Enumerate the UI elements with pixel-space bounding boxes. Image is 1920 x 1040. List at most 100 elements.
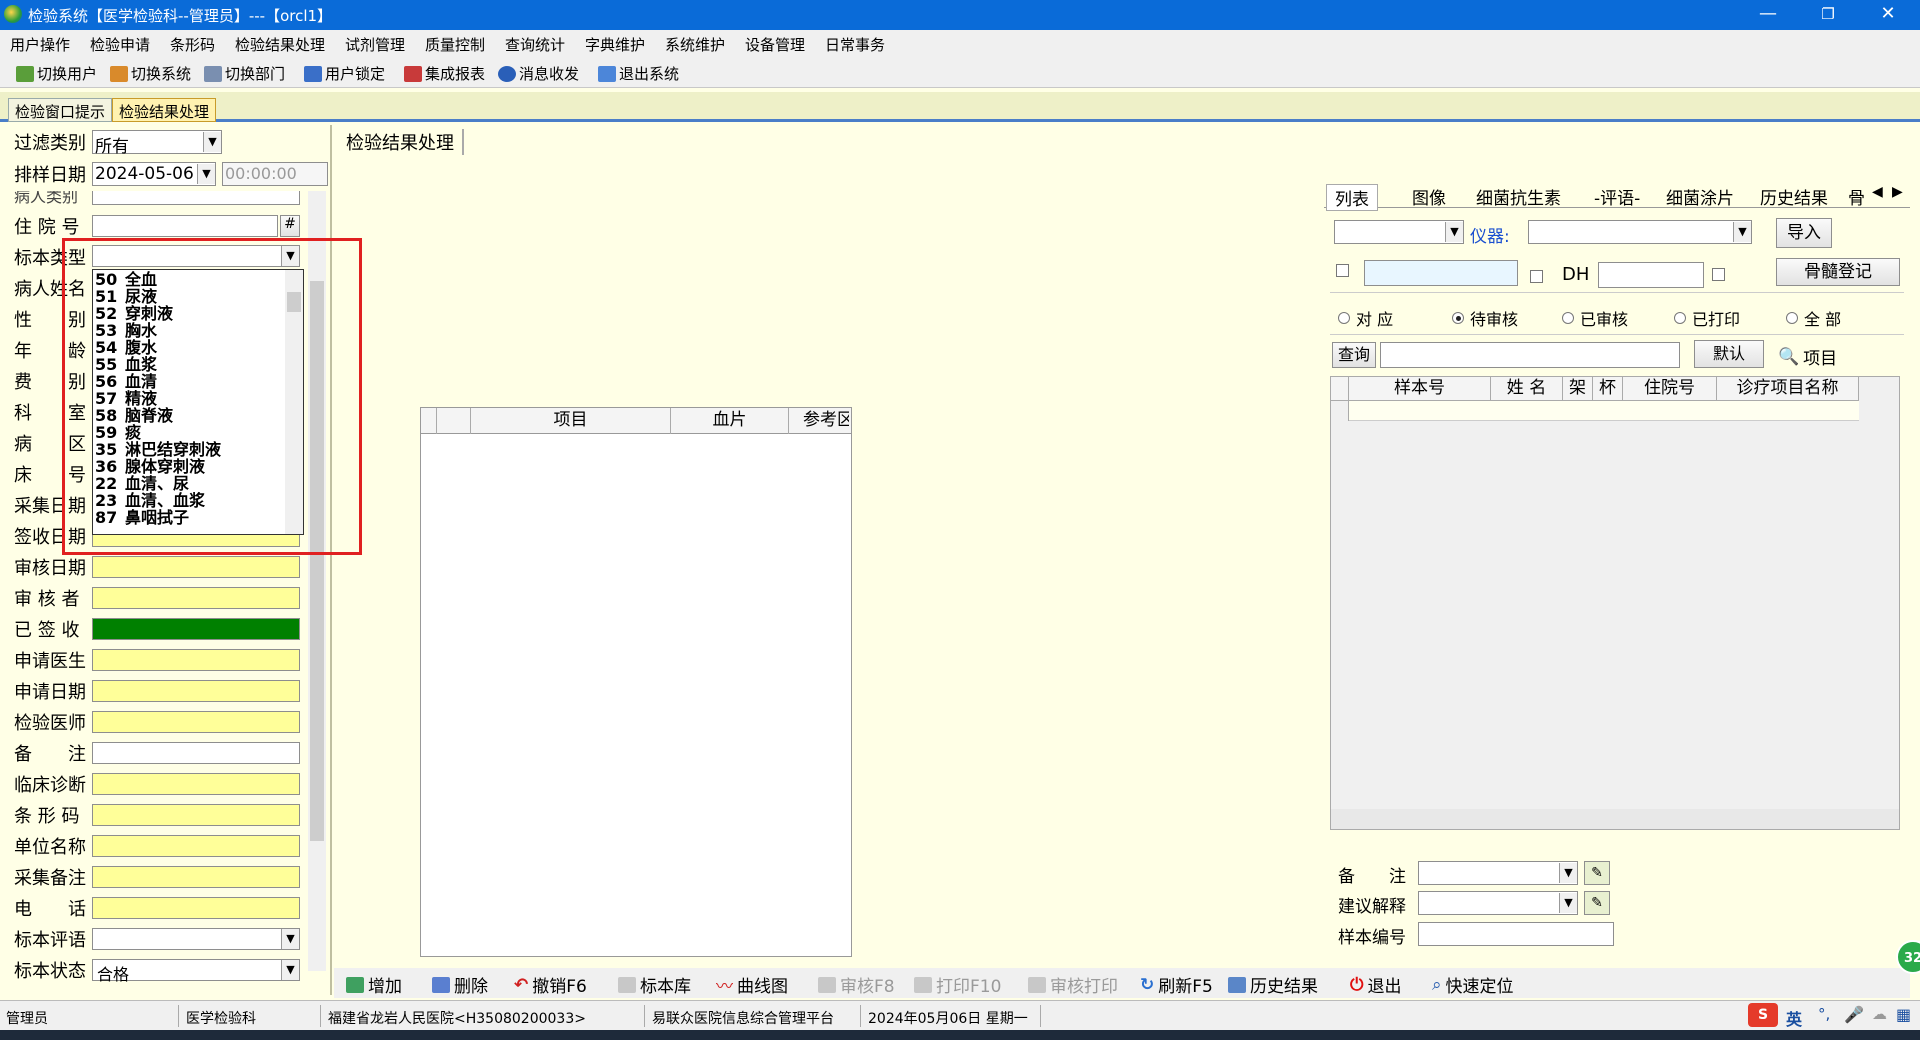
- default-button[interactable]: 默认: [1694, 340, 1764, 368]
- sample-no-input[interactable]: [1418, 922, 1614, 946]
- tab-history-results[interactable]: 历史结果: [1754, 184, 1834, 209]
- microphone-icon[interactable]: 🎤: [1844, 1005, 1864, 1024]
- menu-result-processing[interactable]: 检验结果处理: [235, 34, 325, 55]
- instrument-select[interactable]: ▼: [1528, 220, 1752, 244]
- radio-reviewed[interactable]: 已审核: [1562, 306, 1628, 330]
- tab-bacteria-antibiotics[interactable]: 细菌抗生素: [1470, 184, 1567, 209]
- specimen-status-select[interactable]: 合格 ▼: [92, 959, 300, 984]
- maximize-button[interactable]: ❐: [1800, 0, 1856, 30]
- column-header-cup[interactable]: 杯: [1593, 377, 1623, 401]
- column-header-sample-no[interactable]: 样本号: [1349, 377, 1491, 401]
- tab-result-processing[interactable]: 检验结果处理: [112, 98, 217, 122]
- curve-chart-button[interactable]: 〰曲线图: [716, 972, 788, 997]
- ime-mode-indicator[interactable]: 英: [1786, 1006, 1802, 1030]
- column-header-smear[interactable]: 血片: [671, 408, 789, 434]
- specimen-library-button[interactable]: 标本库: [618, 972, 691, 997]
- menu-system[interactable]: 系统维护: [665, 34, 725, 55]
- bone-marrow-register-button[interactable]: 骨髓登记: [1776, 258, 1900, 286]
- hash-button[interactable]: #: [280, 215, 300, 237]
- sample-range-input[interactable]: [1364, 260, 1518, 286]
- dh-input[interactable]: [1598, 262, 1704, 288]
- tab-list[interactable]: 列表: [1326, 184, 1378, 211]
- radio-match[interactable]: 对 应: [1338, 306, 1393, 330]
- tab-bacteria-smear[interactable]: 细菌涂片: [1660, 184, 1740, 209]
- chevron-down-icon[interactable]: ▼: [1559, 893, 1577, 913]
- tab-window-hints[interactable]: 检验窗口提示: [8, 98, 113, 122]
- horizontal-scrollbar[interactable]: [1331, 809, 1899, 829]
- radio-pending-review[interactable]: 待审核: [1452, 306, 1518, 330]
- menu-daily[interactable]: 日常事务: [825, 34, 885, 55]
- remark-edit-icon[interactable]: ✎: [1584, 861, 1610, 885]
- chevron-down-icon[interactable]: ▼: [197, 164, 215, 184]
- patient-category-field[interactable]: [92, 191, 300, 205]
- skin-icon[interactable]: ☁: [1872, 1005, 1887, 1023]
- switch-system-button[interactable]: 切换系统: [110, 63, 191, 84]
- switch-user-button[interactable]: 切换用户: [16, 63, 97, 84]
- history-results-button[interactable]: 历史结果: [1228, 972, 1318, 997]
- radio-all[interactable]: 全 部: [1786, 306, 1841, 330]
- user-lock-button[interactable]: 用户锁定: [304, 63, 385, 84]
- toolbox-icon[interactable]: ▦: [1896, 1005, 1911, 1024]
- filter-select[interactable]: 所有 ▼: [92, 130, 222, 157]
- requesting-doctor-field[interactable]: [92, 649, 300, 671]
- chevron-down-icon[interactable]: ▼: [1559, 863, 1577, 883]
- review-date-field[interactable]: [92, 556, 300, 578]
- review-print-button[interactable]: 审核打印: [1028, 972, 1118, 997]
- barcode-field[interactable]: [92, 804, 300, 826]
- review-button[interactable]: 审核F8: [818, 972, 895, 997]
- exit-button[interactable]: ⏻ 退出: [1350, 972, 1401, 998]
- exit-system-button[interactable]: 退出系统: [598, 63, 679, 84]
- filter-checkbox-1[interactable]: [1336, 264, 1349, 277]
- quick-locate-button[interactable]: ⌕ 快速定位: [1432, 972, 1514, 998]
- menu-device[interactable]: 设备管理: [745, 34, 805, 55]
- menu-user-ops[interactable]: 用户操作: [10, 34, 70, 55]
- column-header-inpatient-no[interactable]: 住院号: [1623, 377, 1717, 401]
- advice-edit-icon[interactable]: ✎: [1584, 891, 1610, 915]
- tab-scroll-left-icon[interactable]: ◀: [1872, 184, 1883, 200]
- print-button[interactable]: 打印F10: [914, 972, 1001, 997]
- reports-button[interactable]: 集成报表: [404, 63, 485, 84]
- delete-button[interactable]: 删除: [432, 972, 488, 997]
- request-date-field[interactable]: [92, 680, 300, 702]
- chevron-down-icon[interactable]: ▼: [203, 132, 221, 152]
- switch-dept-button[interactable]: 切换部门: [204, 63, 285, 84]
- remark-input[interactable]: [92, 742, 300, 764]
- unit-name-field[interactable]: [92, 835, 300, 857]
- messages-button[interactable]: 消息收发: [498, 63, 579, 84]
- menu-reagent[interactable]: 试剂管理: [345, 34, 405, 55]
- tab-comments[interactable]: -评语-: [1588, 184, 1646, 209]
- close-button[interactable]: ✕: [1860, 0, 1916, 30]
- chevron-down-icon[interactable]: ▼: [281, 929, 299, 949]
- inpatient-no-input[interactable]: [92, 215, 278, 237]
- menu-barcode[interactable]: 条形码: [170, 34, 215, 55]
- refresh-button[interactable]: ↻ 刷新F5: [1140, 972, 1213, 998]
- chevron-down-icon[interactable]: ▼: [1733, 222, 1751, 242]
- items-button[interactable]: 🔍 项目: [1778, 344, 1837, 370]
- query-button[interactable]: 查询: [1332, 342, 1376, 368]
- filter-checkbox-3[interactable]: [1712, 268, 1725, 281]
- group-select[interactable]: ▼: [1334, 220, 1464, 244]
- chevron-down-icon[interactable]: ▼: [281, 960, 299, 980]
- time-field[interactable]: 00:00:00: [222, 162, 328, 186]
- column-header-name[interactable]: 姓 名: [1491, 377, 1563, 401]
- menu-quality-control[interactable]: 质量控制: [425, 34, 485, 55]
- tab-image[interactable]: 图像: [1406, 184, 1452, 209]
- reviewer-field[interactable]: [92, 587, 300, 609]
- column-header-item-name[interactable]: 诊疗项目名称: [1717, 377, 1859, 401]
- chevron-down-icon[interactable]: ▼: [1445, 222, 1463, 242]
- column-header-reference[interactable]: 参考区: [789, 408, 849, 434]
- minimize-button[interactable]: —: [1740, 0, 1796, 30]
- filter-checkbox-2[interactable]: [1530, 270, 1543, 283]
- clinical-diagnosis-field[interactable]: [92, 773, 300, 795]
- phone-field[interactable]: [92, 897, 300, 919]
- column-header-rack[interactable]: 架: [1563, 377, 1593, 401]
- collection-remark-field[interactable]: [92, 866, 300, 888]
- add-button[interactable]: 增加: [346, 972, 402, 997]
- date-picker[interactable]: 2024-05-06 ▼: [92, 162, 216, 186]
- right-remark-select[interactable]: ▼: [1418, 861, 1578, 885]
- column-header-item[interactable]: 项目: [471, 408, 671, 434]
- query-input[interactable]: [1380, 342, 1680, 368]
- menu-test-request[interactable]: 检验申请: [90, 34, 150, 55]
- punctuation-icon[interactable]: °,: [1818, 1005, 1830, 1023]
- sample-grid-empty-row[interactable]: [1349, 401, 1859, 421]
